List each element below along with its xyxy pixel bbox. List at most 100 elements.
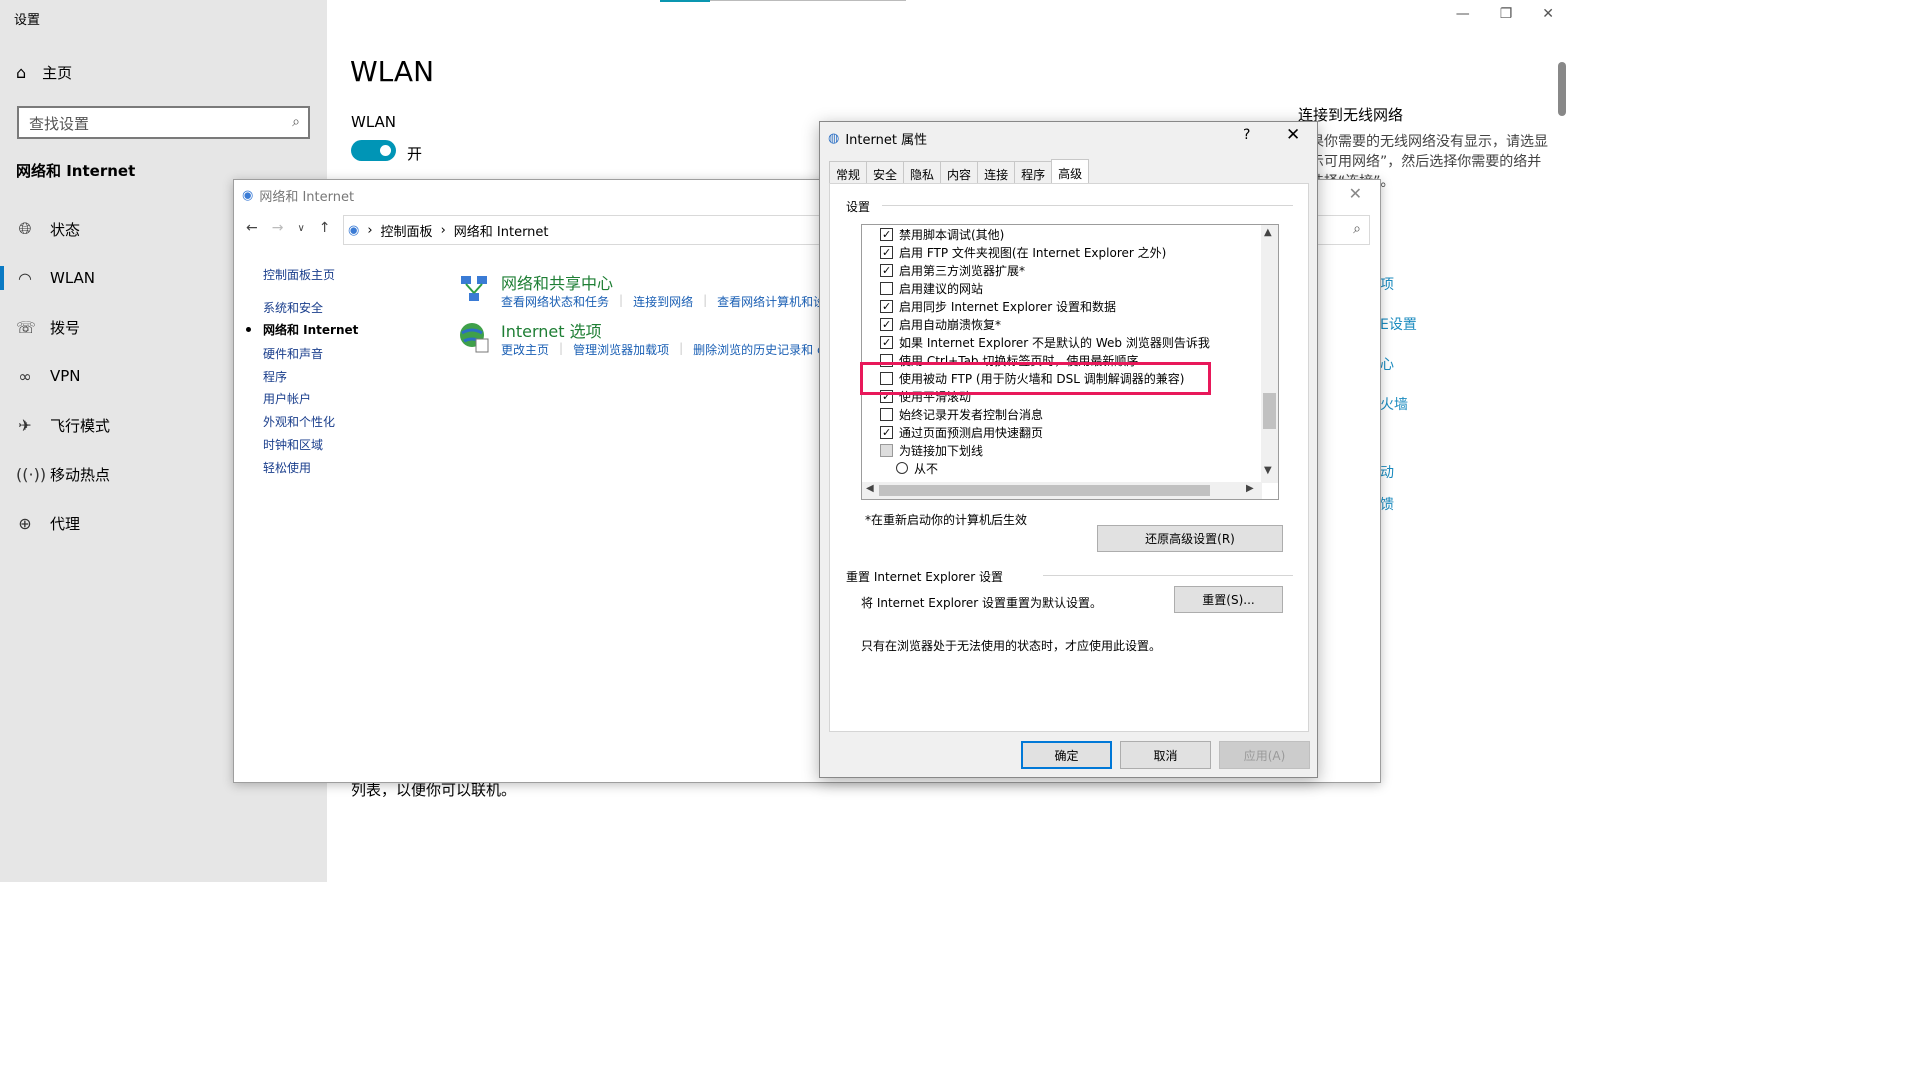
cp-sidebar-link[interactable]: 用户帐户 [263,390,311,407]
nav-item-status[interactable]: 🌐︎ 状态 [16,214,80,244]
globe-icon: 🌐︎ [18,219,32,238]
setting-row[interactable]: 始终记录开发者控制台消息 [880,405,1043,423]
scroll-thumb[interactable] [1263,393,1276,429]
page-scrollbar[interactable] [1558,62,1566,116]
nav-item-hotspot[interactable]: ((·)) 移动热点 [16,459,110,489]
checkbox[interactable] [880,263,893,277]
checkbox[interactable] [880,299,893,313]
category-link[interactable]: 查看网络计算机和设 [717,293,825,310]
vertical-scrollbar[interactable]: ▲ ▼ [1261,225,1278,483]
tab-general[interactable]: 常规 [829,161,868,184]
dialog-title: Internet 属性 [845,133,928,148]
back-arrow-icon[interactable]: ← [246,220,258,236]
setting-row[interactable]: 禁用脚本调试(其他) [880,225,1004,243]
checkbox[interactable] [880,227,893,241]
dialog-close-icon[interactable]: ✕ [1286,125,1300,145]
setting-row[interactable]: 启用自动崩溃恢复* [880,315,1001,333]
radio-row[interactable]: 从不 [880,459,938,477]
setting-row[interactable]: 启用建议的网站 [880,279,983,297]
cp-sidebar-link[interactable]: 轻松使用 [263,459,311,476]
breadcrumb-item[interactable]: 控制面板 [381,221,433,240]
checkbox[interactable] [880,407,893,421]
link-separator: | [679,341,684,355]
minimize-icon[interactable]: — [1456,6,1470,22]
cp-sidebar-current: 网络和 Internet [263,323,359,337]
checkbox[interactable] [880,245,893,259]
hscroll-thumb[interactable] [879,485,1210,496]
recent-chevron-icon[interactable]: ∨ [297,223,304,234]
tab-advanced[interactable]: 高级 [1051,159,1090,184]
setting-row[interactable]: 启用 FTP 文件夹视图(在 Internet Explorer 之外) [880,243,1166,261]
nav-label: 状态 [50,220,81,239]
category-link[interactable]: 管理浏览器加载项 [573,341,669,358]
related-link[interactable]: 项 [1380,274,1394,294]
internet-options-dialog: ◍ Internet 属性 ? ✕ 常规 安全 隐私 内容 连接 程序 高级 设… [819,121,1318,778]
related-link[interactable]: E设置 [1380,314,1417,334]
related-link[interactable]: 火墙 [1380,394,1408,414]
nav-item-vpn[interactable]: ∞ VPN [16,361,80,391]
category-title-network-sharing[interactable]: 网络和共享中心 [501,270,613,294]
link-separator: | [559,341,564,355]
related-link[interactable]: 馈 [1380,494,1394,514]
nav-item-dialup[interactable]: ☏ 拨号 [16,312,80,342]
tab-programs[interactable]: 程序 [1014,161,1053,184]
setting-row[interactable]: 如果 Internet Explorer 不是默认的 Web 浏览器则告诉我 [880,333,1210,351]
category-link[interactable]: 查看网络状态和任务 [501,293,609,310]
cp-sidebar-link[interactable]: 外观和个性化 [263,413,335,430]
close-icon[interactable]: ✕ [1542,6,1554,22]
setting-label: 启用第三方浏览器扩展* [899,263,1026,278]
reset-button[interactable]: 重置(S)... [1174,586,1283,613]
setting-row[interactable]: 启用第三方浏览器扩展* [880,261,1025,279]
tab-privacy[interactable]: 隐私 [903,161,942,184]
scroll-up-icon[interactable]: ▲ [1264,227,1272,238]
search-icon[interactable]: ⌕ [292,114,300,130]
cp-sidebar-link[interactable]: 系统和安全 [263,299,323,316]
tab-connections[interactable]: 连接 [977,161,1016,184]
search-icon[interactable]: ⌕ [1353,221,1361,237]
nav-item-wlan[interactable]: ◠ WLAN [16,263,95,293]
horizontal-scrollbar[interactable]: ◀ ▶ [862,482,1262,499]
up-arrow-icon[interactable]: ↑ [319,220,331,236]
setting-row[interactable]: 启用同步 Internet Explorer 设置和数据 [880,297,1116,315]
toggle-state-label: 开 [407,145,423,163]
scroll-down-icon[interactable]: ▼ [1264,465,1272,476]
category-link[interactable]: 连接到网络 [633,293,693,310]
cp-close-icon[interactable]: ✕ [1349,184,1362,203]
wlan-toggle[interactable] [351,140,396,161]
radio-button[interactable] [896,462,908,474]
search-placeholder: 查找设置 [29,115,90,133]
home-nav-item[interactable]: ⌂ 主页 [16,62,72,83]
restore-advanced-button[interactable]: 还原高级设置(R) [1097,525,1283,552]
apply-button[interactable]: 应用(A) [1219,741,1310,769]
category-link[interactable]: 删除浏览的历史记录和 c [693,341,823,358]
cp-sidebar-link[interactable]: 程序 [263,368,287,385]
reset-warning: 只有在浏览器处于无法使用的状态时，才应使用此设置。 [861,639,1162,653]
scroll-right-icon[interactable]: ▶ [1246,483,1254,494]
settings-search-input[interactable]: 查找设置 ⌕ [17,106,310,139]
cp-sidebar-link[interactable]: 控制面板主页 [263,266,335,283]
airplane-icon: ✈︎ [18,415,32,435]
restore-icon[interactable]: ❐ [1500,6,1513,22]
setting-row[interactable]: 通过页面预测启用快速翻页 [880,423,1043,441]
help-button[interactable]: ? [1243,127,1250,143]
checkbox[interactable] [880,425,893,439]
forward-arrow-icon[interactable]: → [272,220,284,236]
cp-sidebar-link[interactable]: 时钟和区域 [263,436,323,453]
category-title-internet-options[interactable]: Internet 选项 [501,318,602,342]
tab-security[interactable]: 安全 [866,161,905,184]
breadcrumb-item[interactable]: 网络和 Internet [454,221,549,240]
scroll-left-icon[interactable]: ◀ [866,483,874,494]
ok-button[interactable]: 确定 [1021,741,1112,769]
checkbox[interactable] [880,281,893,295]
cp-sidebar-link[interactable]: 硬件和声音 [263,345,323,362]
nav-item-airplane[interactable]: ✈︎ 飞行模式 [16,410,110,440]
tab-content[interactable]: 内容 [940,161,979,184]
nav-item-proxy[interactable]: ⊕ 代理 [16,508,80,538]
related-link[interactable]: 心 [1380,354,1394,374]
category-link[interactable]: 更改主页 [501,341,549,358]
checkbox[interactable] [880,335,893,349]
checkbox[interactable] [880,317,893,331]
related-link[interactable]: 动 [1380,462,1394,482]
cancel-button[interactable]: 取消 [1120,741,1211,769]
dialog-tabs: 常规 安全 隐私 内容 连接 程序 高级 [829,159,1090,184]
